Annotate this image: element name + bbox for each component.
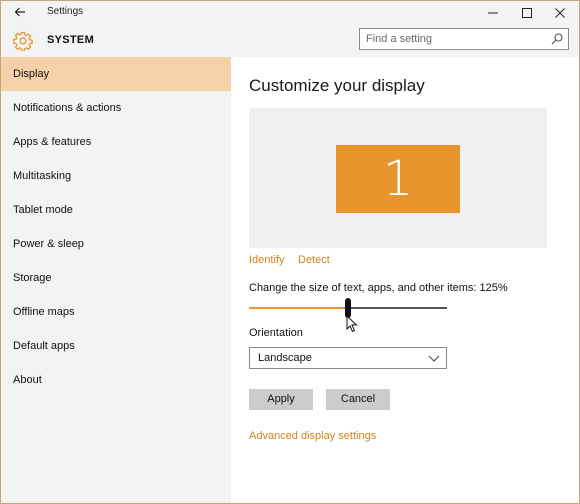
sidebar-item-label: Tablet mode [13,204,73,216]
sidebar: Display Notifications & actions Apps & f… [1,57,231,503]
sidebar-item-label: Notifications & actions [13,102,122,114]
sidebar-item-notifications[interactable]: Notifications & actions [1,91,231,125]
sidebar-item-label: Storage [13,272,52,284]
monitor-number: 1 [382,151,414,207]
section-title: SYSTEM [47,34,95,46]
search-input[interactable] [366,31,542,47]
orientation-value: Landscape [258,352,312,364]
slider-track-rest [348,307,447,309]
maximize-button[interactable] [511,1,543,25]
maximize-icon [522,8,532,18]
sidebar-item-multitasking[interactable]: Multitasking [1,159,231,193]
cancel-button[interactable]: Cancel [326,389,390,410]
scale-label: Change the size of text, apps, and other… [249,282,508,294]
sidebar-item-apps-features[interactable]: Apps & features [1,125,231,159]
sidebar-item-about[interactable]: About [1,363,231,397]
sidebar-item-label: Power & sleep [13,238,84,250]
display-settings-panel: Customize your display 1 Identify Detect… [231,57,579,503]
search-icon[interactable] [550,32,564,46]
scale-slider[interactable] [249,298,447,318]
sidebar-item-display[interactable]: Display [1,57,231,91]
page-title: Customize your display [249,76,425,95]
minimize-icon [488,12,498,14]
sidebar-item-label: Display [13,68,50,80]
sidebar-item-label: About [13,374,42,386]
sidebar-item-tablet-mode[interactable]: Tablet mode [1,193,231,227]
monitor-tile[interactable]: 1 [336,145,460,213]
search-box[interactable] [359,28,569,50]
minimize-button[interactable] [477,1,509,25]
mouse-cursor-icon [346,315,358,333]
monitor-arrangement-area: 1 [249,108,547,248]
orientation-label: Orientation [249,327,303,339]
sidebar-item-power-sleep[interactable]: Power & sleep [1,227,231,261]
sidebar-item-label: Multitasking [13,170,72,182]
apply-button[interactable]: Apply [249,389,313,410]
detect-link[interactable]: Detect [298,254,330,266]
gear-icon [13,31,33,52]
sidebar-item-default-apps[interactable]: Default apps [1,329,231,363]
sidebar-item-label: Default apps [13,340,75,352]
sidebar-item-storage[interactable]: Storage [1,261,231,295]
settings-header: SYSTEM [1,25,579,57]
slider-fill [249,307,348,309]
chevron-down-icon [428,355,440,362]
sidebar-item-label: Offline maps [13,306,75,318]
title-bar: Settings [1,1,579,25]
settings-window: Settings SYSTEM D [0,0,580,504]
advanced-display-settings-link[interactable]: Advanced display settings [249,430,376,442]
back-arrow-icon[interactable] [11,5,29,21]
close-icon [555,8,565,18]
identify-link[interactable]: Identify [249,254,284,266]
orientation-dropdown[interactable]: Landscape [249,347,447,369]
close-button[interactable] [544,1,576,25]
sidebar-item-offline-maps[interactable]: Offline maps [1,295,231,329]
window-title: Settings [47,6,84,17]
sidebar-item-label: Apps & features [13,136,92,148]
